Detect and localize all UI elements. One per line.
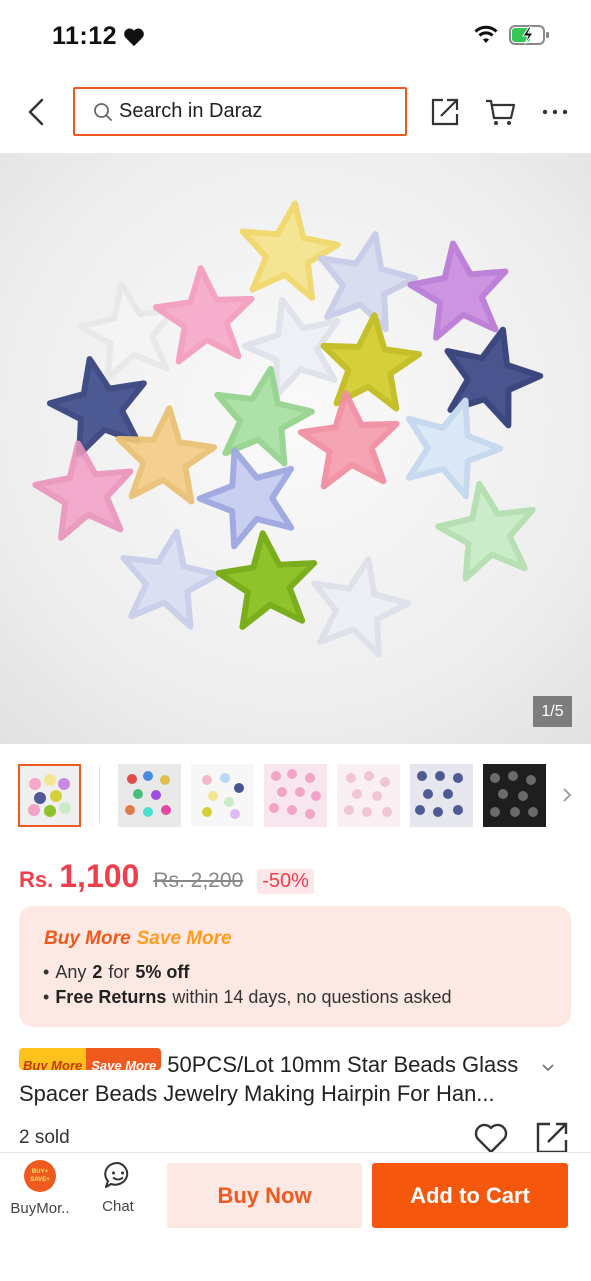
promo-title: Buy More Save More [44, 928, 232, 950]
promo-line-discount: • Any 2 for 5% off [43, 962, 189, 983]
thumbnail-4[interactable] [264, 763, 327, 827]
buymore-label: BuyMor.. [10, 1200, 70, 1217]
price-currency: Rs. [19, 867, 54, 892]
time-text: 11:12 [52, 22, 118, 50]
product-image[interactable] [0, 153, 591, 744]
wifi-icon [474, 25, 498, 43]
promo-title-part1: Buy More [44, 928, 131, 949]
promo-line2-bold: Free Returns [55, 987, 167, 1007]
more-options-icon[interactable] [541, 96, 569, 128]
star-beads-illustration [0, 153, 591, 744]
buymore-button[interactable]: BUY+ SAVE+ BuyMor.. [4, 1160, 76, 1217]
thumbnail-divider [99, 767, 100, 823]
chat-label: Chat [102, 1198, 134, 1215]
buy-more-save-more-badge: Buy More Save More [19, 1048, 162, 1070]
thumbnail-7[interactable] [483, 763, 546, 827]
sold-count: 2 sold [19, 1127, 70, 1148]
product-title: Buy More Save More 50PCS/Lot 10mm Star Bea… [19, 1048, 539, 1108]
bullet: • [43, 987, 50, 1007]
back-arrow-icon[interactable] [22, 96, 52, 128]
search-placeholder: Search in Daraz [119, 100, 263, 122]
price-row: Rs. 1,100 Rs. 2,200 -50% [19, 858, 314, 895]
buymore-icon: BUY+ SAVE+ [24, 1160, 56, 1192]
status-icons [473, 24, 551, 46]
thumbnail-6[interactable] [410, 763, 473, 827]
buy-now-button[interactable]: Buy Now [167, 1163, 362, 1228]
image-counter: 1/5 [533, 696, 572, 727]
chevron-down-icon[interactable] [540, 1062, 556, 1074]
buymore-badge-line2: SAVE+ [30, 1177, 50, 1183]
promo-line1-for: for [108, 962, 130, 982]
thumbnail-3[interactable] [191, 763, 254, 827]
promo-line-returns: • Free Returns within 14 days, no questi… [43, 987, 452, 1008]
promo-title-part2: Save More [136, 928, 232, 949]
promo-line2-rest: within 14 days, no questions asked [172, 987, 452, 1007]
thumbnail-2[interactable] [118, 763, 181, 827]
cart-icon[interactable] [484, 96, 516, 128]
price-original: Rs. 2,200 [153, 869, 244, 892]
promo-box[interactable]: Buy More Save More • Any 2 for 5% off • … [19, 906, 571, 1027]
share-icon[interactable] [429, 96, 461, 128]
price-current: 1,100 [59, 858, 140, 894]
thumbnail-5[interactable] [337, 763, 400, 827]
promo-line1-count: 2 [92, 962, 103, 982]
chevron-right-icon[interactable] [560, 785, 574, 805]
status-time: 11:12 [52, 22, 145, 51]
promo-line1-off: 5% off [135, 962, 190, 982]
add-to-cart-button[interactable]: Add to Cart [372, 1163, 568, 1228]
buymore-badge-line1: BUY+ [31, 1169, 49, 1175]
battery-charging-icon [509, 25, 549, 45]
discount-badge: -50% [257, 869, 314, 894]
promo-line1-prefix: Any [55, 962, 87, 982]
badge-part2: Save More [86, 1048, 162, 1070]
chat-button[interactable]: Chat [82, 1160, 154, 1215]
wishlist-heart-icon[interactable] [473, 1121, 509, 1155]
heart-status-icon [124, 28, 144, 46]
search-icon [94, 102, 112, 121]
share-product-icon[interactable] [534, 1120, 570, 1156]
search-input[interactable]: Search in Daraz [73, 87, 407, 136]
chat-icon [104, 1161, 129, 1188]
bullet: • [43, 962, 50, 982]
thumbnail-1[interactable] [18, 763, 81, 827]
thumbnail-strip [18, 763, 546, 827]
badge-part1: Buy More [19, 1048, 87, 1070]
